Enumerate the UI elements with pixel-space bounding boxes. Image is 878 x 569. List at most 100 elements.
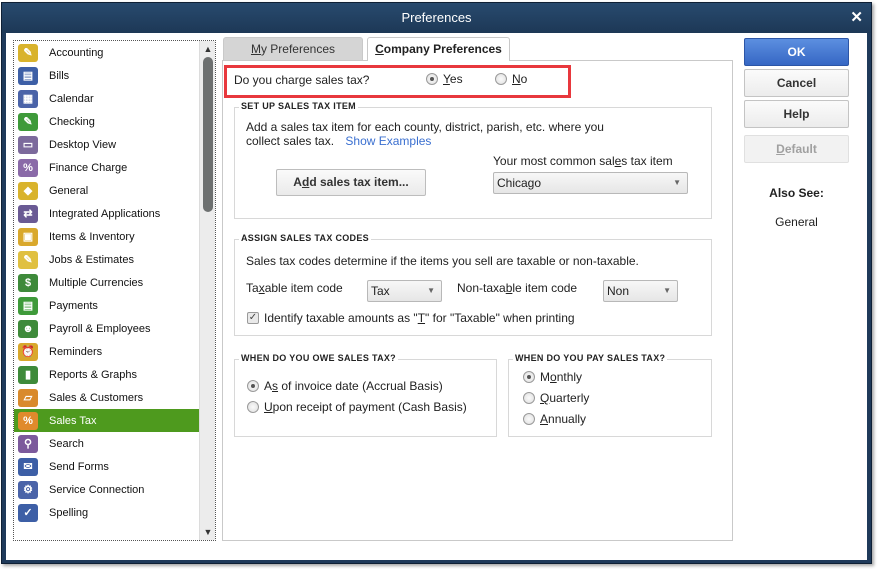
owe-cash-radio[interactable] [247, 401, 259, 413]
owe-accrual-radio[interactable] [247, 380, 259, 392]
payroll-employees-icon: ☻ [16, 319, 40, 339]
charge-yes-radio[interactable] [426, 73, 438, 85]
multiple-currencies-icon: $ [16, 273, 40, 293]
jobs-estimates-icon: ✎ [16, 250, 40, 270]
category-items: ✎ Accounting ▤ Bills ▦ Calendar ✎ Checking ▭ Desk… [14, 41, 200, 524]
codes-description: Sales tax codes determine if the items y… [246, 254, 639, 268]
sidebar-item-label: Send Forms [49, 460, 109, 473]
pay-group-title: WHEN DO YOU PAY SALES TAX? [513, 353, 668, 363]
tab-label: ompany Preferences [383, 42, 502, 56]
scroll-up-arrow-icon[interactable]: ▲ [200, 41, 215, 57]
pay-monthly-radio[interactable] [523, 371, 535, 383]
category-scrollbar[interactable]: ▲ ▼ [199, 41, 215, 540]
pay-monthly-label: Monthly [540, 370, 583, 384]
default-button: Default [744, 135, 849, 163]
identify-taxable-checkbox[interactable]: ✓ [247, 312, 259, 324]
pay-annually-option[interactable]: Annually [523, 412, 586, 426]
also-see-title: Also See: [769, 186, 824, 200]
finance-charge-icon: % [16, 158, 40, 178]
sidebar-item-general[interactable]: ◆ General [14, 179, 200, 202]
chevron-down-icon: ▼ [663, 286, 671, 295]
tab-label-accel: M [250, 42, 261, 56]
sidebar-item-integrated-applications[interactable]: ⇄ Integrated Applications [14, 202, 200, 225]
close-icon[interactable]: ✕ [850, 3, 863, 33]
preferences-category-list: ✎ Accounting ▤ Bills ▦ Calendar ✎ Checking ▭ Desk… [13, 40, 216, 541]
sidebar-item-sales-tax[interactable]: % Sales Tax [14, 409, 200, 432]
pay-annually-radio[interactable] [523, 413, 535, 425]
nontaxable-code-label: Non-taxable item code [457, 281, 578, 295]
calendar-icon: ▦ [16, 89, 40, 109]
sidebar-item-desktop-view[interactable]: ▭ Desktop View [14, 133, 200, 156]
pay-quarterly-option[interactable]: Quarterly [523, 391, 589, 405]
charge-no-radio[interactable] [495, 73, 507, 85]
sidebar-item-send-forms[interactable]: ✉ Send Forms [14, 455, 200, 478]
chevron-down-icon: ▼ [427, 286, 435, 295]
send-forms-icon: ✉ [16, 457, 40, 477]
accounting-icon: ✎ [16, 43, 40, 63]
sidebar-item-service-connection[interactable]: ⚙ Service Connection [14, 478, 200, 501]
sidebar-item-label: Sales & Customers [49, 391, 144, 404]
common-tax-item-dropdown[interactable]: Chicago ▼ [493, 172, 688, 194]
sidebar-item-payroll-employees[interactable]: ☻ Payroll & Employees [14, 317, 200, 340]
setup-group-title: SET UP SALES TAX ITEM [239, 101, 358, 111]
sidebar-item-label: Spelling [49, 506, 89, 519]
chevron-down-icon: ▼ [673, 178, 681, 187]
reminders-icon: ⏰ [16, 342, 40, 362]
sidebar-item-sales-customers[interactable]: ▱ Sales & Customers [14, 386, 200, 409]
owe-cash-option[interactable]: Upon receipt of payment (Cash Basis) [247, 400, 467, 414]
charge-no-option[interactable]: No [495, 72, 527, 86]
owe-accrual-option[interactable]: As of invoice date (Accrual Basis) [247, 379, 443, 393]
show-examples-link[interactable]: Show Examples [345, 134, 431, 148]
taxable-code-value: Tax [371, 284, 390, 298]
sidebar-item-items-inventory[interactable]: ▣ Items & Inventory [14, 225, 200, 248]
charge-yes-label: Yes [443, 72, 463, 86]
window-title: Preferences [401, 10, 472, 25]
charge-no-label: No [512, 72, 528, 86]
checking-icon: ✎ [16, 112, 40, 132]
codes-group-title: ASSIGN SALES TAX CODES [239, 233, 371, 243]
integrated-applications-icon: ⇄ [16, 204, 40, 224]
sidebar-item-spelling[interactable]: ✓ Spelling [14, 501, 200, 524]
sidebar-item-label: Jobs & Estimates [49, 253, 134, 266]
sidebar-item-label: Search [49, 437, 84, 450]
charge-yes-option[interactable]: Yes [426, 72, 463, 86]
sidebar-item-label: Payments [49, 299, 98, 312]
sidebar-item-label: Multiple Currencies [49, 276, 144, 289]
preferences-window: Preferences ✕ ✎ Accounting ▤ Bills ▦ Calendar… [1, 2, 872, 564]
sidebar-item-accounting[interactable]: ✎ Accounting [14, 41, 200, 64]
sidebar-item-label: Calendar [49, 92, 94, 105]
add-sales-tax-item-button[interactable]: Add sales tax item... [276, 169, 426, 196]
sidebar-item-payments[interactable]: ▤ Payments [14, 294, 200, 317]
identify-taxable-label: Identify taxable amounts as "T" for "Tax… [264, 311, 575, 325]
sidebar-item-search[interactable]: ⚲ Search [14, 432, 200, 455]
scroll-down-arrow-icon[interactable]: ▼ [200, 524, 215, 540]
sidebar-item-checking[interactable]: ✎ Checking [14, 110, 200, 133]
identify-taxable-option[interactable]: ✓ Identify taxable amounts as "T" for "T… [247, 311, 575, 325]
sidebar-item-reminders[interactable]: ⏰ Reminders [14, 340, 200, 363]
pay-quarterly-radio[interactable] [523, 392, 535, 404]
scroll-thumb[interactable] [203, 57, 213, 212]
nontaxable-code-dropdown[interactable]: Non ▼ [603, 280, 678, 302]
owe-group-title: WHEN DO YOU OWE SALES TAX? [239, 353, 398, 363]
sidebar-item-multiple-currencies[interactable]: $ Multiple Currencies [14, 271, 200, 294]
help-button[interactable]: Help [744, 100, 849, 128]
sidebar-item-finance-charge[interactable]: % Finance Charge [14, 156, 200, 179]
setup-description-text: collect sales tax. [246, 134, 335, 148]
spelling-icon: ✓ [16, 503, 40, 523]
pay-annually-label: Annually [540, 412, 587, 426]
cancel-button[interactable]: Cancel [744, 69, 849, 97]
reports-graphs-icon: ▮ [16, 365, 40, 385]
when-pay-sales-tax-group: WHEN DO YOU PAY SALES TAX? Monthly Quart… [508, 353, 712, 437]
sidebar-item-label: Bills [49, 69, 70, 82]
ok-button[interactable]: OK [744, 38, 849, 66]
sidebar-item-bills[interactable]: ▤ Bills [14, 64, 200, 87]
taxable-code-dropdown[interactable]: Tax ▼ [367, 280, 442, 302]
sidebar-item-reports-graphs[interactable]: ▮ Reports & Graphs [14, 363, 200, 386]
tab-company-preferences[interactable]: Company Preferences [367, 37, 510, 61]
pay-monthly-option[interactable]: Monthly [523, 370, 582, 384]
sidebar-item-jobs-estimates[interactable]: ✎ Jobs & Estimates [14, 248, 200, 271]
tab-my-preferences[interactable]: My Preferences [223, 37, 363, 60]
sidebar-item-calendar[interactable]: ▦ Calendar [14, 87, 200, 110]
also-see-general-link[interactable]: General [744, 215, 849, 229]
owe-accrual-label: As of invoice date (Accrual Basis) [264, 379, 443, 393]
